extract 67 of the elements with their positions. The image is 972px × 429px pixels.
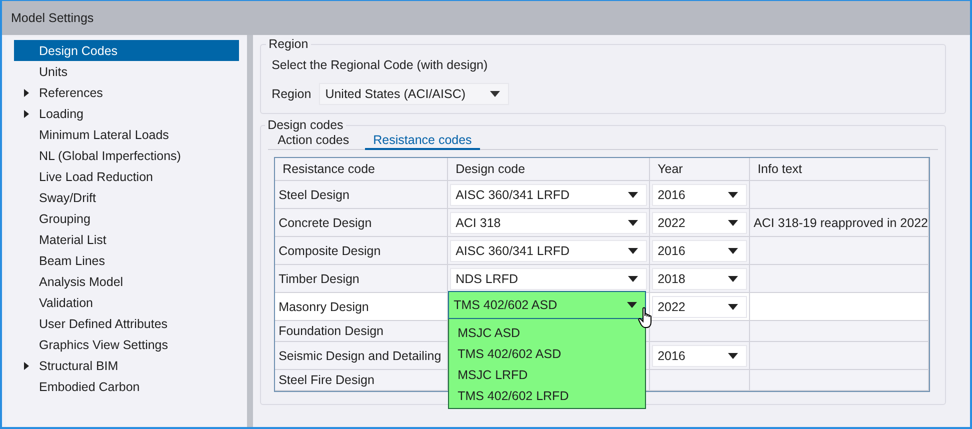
window-title: Model Settings (11, 11, 94, 25)
table-cell: Masonry Design (274, 293, 448, 321)
design-code-dropdown[interactable]: NDS LRFD (450, 268, 647, 290)
caret-icon (728, 220, 738, 226)
dropdown-option[interactable]: MSJC ASD (448, 322, 645, 343)
table-cell: Steel Fire Design (274, 370, 448, 391)
caret-icon (628, 192, 638, 198)
sidebar-item[interactable]: Validation (14, 292, 239, 313)
dropdown-option[interactable]: TMS 402/602 ASD (448, 343, 645, 364)
expand-arrow-icon[interactable] (24, 110, 29, 118)
caret-icon (628, 276, 638, 282)
column-header[interactable]: Year (650, 158, 750, 181)
caret-icon (628, 220, 638, 226)
tab[interactable]: Action codes (270, 132, 358, 150)
caret-icon (728, 248, 738, 254)
caret-icon (490, 91, 500, 97)
group-title: Design codes (266, 118, 344, 132)
tab[interactable]: Resistance codes (365, 132, 480, 150)
instruction-text: Select the Regional Code (with design) (272, 58, 489, 72)
design-code-dropdown[interactable]: AISC 360/341 LRFD (450, 240, 647, 262)
sidebar-item[interactable]: Graphics View Settings (14, 334, 239, 355)
year-dropdown[interactable]: 2016 (652, 240, 747, 262)
sidebar-item[interactable]: Grouping (14, 208, 239, 229)
table-cell: Concrete Design (274, 209, 448, 237)
sidebar-item[interactable]: User Defined Attributes (14, 313, 239, 334)
table-cell: ACI 318-19 reapproved in 2022 (750, 209, 929, 237)
group-title: Region (268, 37, 310, 51)
region-dropdown[interactable]: United States (ACI/AISC) (319, 83, 510, 105)
caret-icon (626, 302, 637, 308)
sidebar-item[interactable]: References (14, 82, 239, 103)
year-dropdown[interactable]: 2022 (652, 212, 747, 234)
design-code-dropdown[interactable]: TMS 402/602 ASD (448, 291, 646, 319)
table-cell: Steel Design (274, 181, 448, 209)
table-cell: Foundation Design (274, 321, 448, 342)
sidebar-item[interactable]: Loading (14, 103, 239, 124)
design-code-dropdown[interactable]: AISC 360/341 LRFD (450, 184, 647, 206)
column-header[interactable]: Resistance code (274, 158, 448, 181)
sidebar-item[interactable]: Live Load Reduction (14, 166, 239, 187)
caret-icon (728, 192, 738, 198)
sidebar-item[interactable]: Design Codes (14, 40, 239, 61)
sidebar-item[interactable]: Analysis Model (14, 271, 239, 292)
year-dropdown[interactable]: 2022 (652, 296, 747, 318)
dropdown-option[interactable]: TMS 402/602 LRFD (448, 385, 645, 406)
caret-icon (628, 248, 638, 254)
sidebar-item[interactable]: Sway/Drift (14, 187, 239, 208)
sidebar-item[interactable]: Beam Lines (14, 250, 239, 271)
year-dropdown[interactable]: 2016 (652, 344, 747, 366)
year-dropdown[interactable]: 2016 (652, 184, 747, 206)
design-code-dropdown[interactable]: ACI 318 (450, 212, 647, 234)
sidebar-item[interactable]: NL (Global Imperfections) (14, 145, 239, 166)
caret-icon (728, 276, 738, 282)
table-cell: Seismic Design and Detailing (274, 342, 448, 370)
column-header[interactable]: Design code (448, 158, 650, 181)
sidebar-item[interactable]: Units (14, 61, 239, 82)
sidebar-item[interactable]: Minimum Lateral Loads (14, 124, 239, 145)
region-label: Region (272, 87, 312, 101)
caret-icon (728, 304, 738, 310)
sidebar-item[interactable]: Embodied Carbon (14, 376, 239, 397)
table-cell: Composite Design (274, 237, 448, 265)
expand-arrow-icon[interactable] (24, 362, 29, 370)
expand-arrow-icon[interactable] (24, 88, 29, 96)
column-header[interactable]: Info text (750, 158, 929, 181)
year-dropdown[interactable]: 2018 (652, 268, 747, 290)
caret-icon (728, 352, 738, 358)
sidebar-item[interactable]: Material List (14, 229, 239, 250)
dropdown-option[interactable]: MSJC LRFD (448, 364, 645, 385)
sidebar-item[interactable]: Structural BIM (14, 355, 239, 376)
